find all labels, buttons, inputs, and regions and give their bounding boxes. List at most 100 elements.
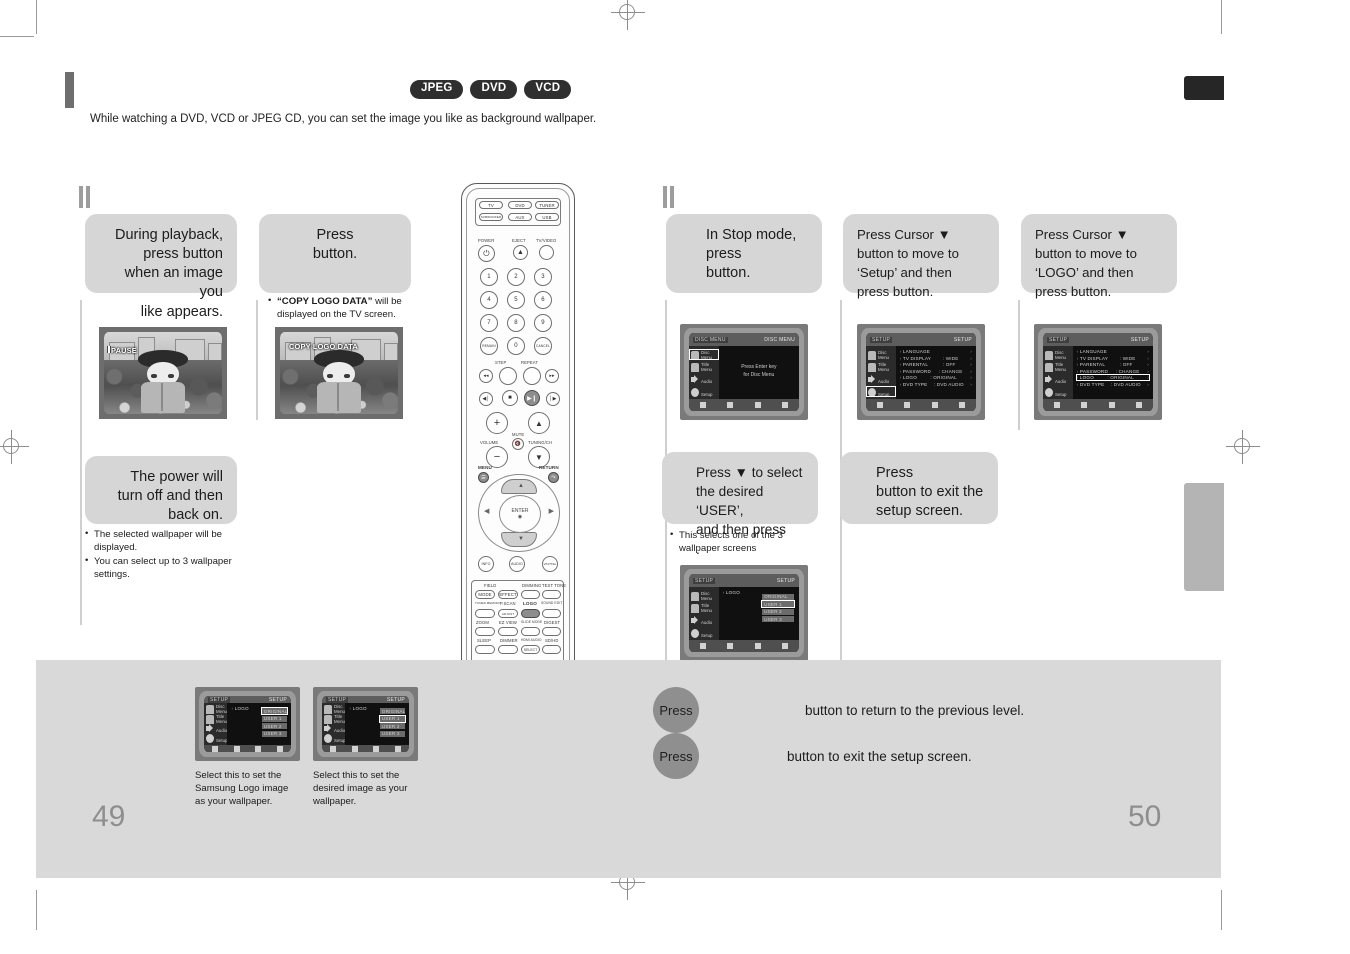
bl2-option-user2[interactable]: USER 2 — [379, 723, 406, 730]
remote-button-play-pause[interactable]: ▶❙ — [524, 390, 540, 406]
remote-button-power[interactable]: ⏻ — [478, 245, 495, 262]
remote-button-menu[interactable]: ☰ — [478, 472, 489, 483]
remote-button-logo[interactable] — [521, 609, 540, 618]
remote-button-tv[interactable]: TV — [479, 201, 503, 209]
logo-option-user1[interactable]: USER 1 — [761, 600, 796, 609]
remote-button-cursor-up[interactable]: ▲ — [501, 479, 537, 494]
logo-option-original[interactable]: ORIGINAL — [762, 593, 795, 600]
remote-button-dvd[interactable]: DVD — [508, 201, 532, 209]
sidebar-item-audio[interactable]: Audio — [322, 724, 345, 733]
setup-row-language[interactable]: LANGUAGE› — [1077, 349, 1149, 354]
remote-button-remain[interactable]: REMAIN — [480, 337, 498, 355]
remote-button-sleep[interactable] — [475, 645, 495, 654]
bl2-option-original[interactable]: ORIGINAL — [379, 708, 406, 715]
bl2-options-list[interactable]: ORIGINAL USER 1 USER 2 USER 3 — [378, 708, 407, 738]
sidebar-item-audio[interactable]: Audio — [689, 615, 719, 625]
remote-button-zoom[interactable] — [475, 627, 495, 636]
remote-button-dimming[interactable] — [521, 590, 540, 599]
setup-row-parental[interactable]: PARENTAL: OFF› — [1077, 362, 1149, 367]
sidebar-item-title-menu[interactable]: Title Menu — [689, 602, 719, 614]
remote-button-slide-mode[interactable] — [521, 627, 540, 636]
remote-button-6[interactable]: 6 — [534, 291, 552, 309]
setup-row-language[interactable]: LANGUAGE› — [900, 349, 972, 354]
setup-row-dvd-type[interactable]: DVD TYPE: DVD AUDIO› — [900, 382, 972, 387]
remote-button-next-track[interactable]: │▶ — [546, 392, 560, 406]
remote-button-info[interactable]: INFO — [478, 556, 494, 572]
remote-button-audio[interactable]: AUDIO — [509, 556, 525, 572]
remote-button-ez-view[interactable] — [498, 627, 518, 636]
sidebar-item-title-menu[interactable]: Title Menu — [689, 361, 719, 373]
sidebar-item-title-menu[interactable]: Title Menu — [1043, 361, 1073, 373]
sidebar-item-audio[interactable]: Audio — [204, 724, 227, 733]
sidebar-item-setup[interactable]: Setup — [1043, 386, 1073, 397]
sidebar-item-disc-menu[interactable]: Disc Menu — [689, 348, 719, 360]
logo-options-list[interactable]: ORIGINAL USER 1 USER 2 USER 3 — [761, 593, 796, 624]
remote-button-digest[interactable] — [542, 627, 561, 636]
remote-button-aux[interactable]: AUX — [508, 213, 532, 221]
sidebar-item-title-menu[interactable]: Title Menu — [204, 714, 227, 724]
remote-button-5[interactable]: 5 — [507, 291, 525, 309]
remote-button-vfp-tel[interactable]: VFP/TEL — [542, 556, 558, 572]
remote-button-eject[interactable]: ▲ — [513, 245, 528, 260]
remote-button-0[interactable]: 0 — [507, 337, 525, 355]
remote-button-9[interactable]: 9 — [534, 314, 552, 332]
remote-button-cursor-right[interactable]: ▶ — [549, 507, 554, 515]
setup-row-password[interactable]: PASSWORD: CHANGE› — [1077, 369, 1149, 374]
remote-button-enter[interactable]: ENTER ◉ — [499, 495, 541, 533]
remote-button-dimmer[interactable] — [498, 645, 518, 654]
bl2-option-user1[interactable]: USER 1 — [378, 714, 407, 723]
setup-row-tv-display[interactable]: TV DISPLAY: WIDE› — [900, 356, 972, 361]
sidebar-item-disc-menu[interactable]: Disc Menu — [689, 590, 719, 601]
setup-row-password[interactable]: PASSWORD: CHANGE› — [900, 369, 972, 374]
sidebar-item-setup[interactable]: Setup — [689, 627, 719, 638]
remote-button-sd-hd[interactable] — [542, 645, 561, 654]
remote-button-tuner-memory[interactable] — [475, 609, 495, 618]
remote-button-mode[interactable]: MODE — [475, 590, 495, 599]
remote-button-mute[interactable]: 🔇 — [512, 438, 524, 450]
remote-button-effect[interactable]: EFFECT — [498, 590, 518, 599]
remote-button-sound-edit[interactable] — [542, 609, 561, 618]
remote-button-rewind[interactable]: ◂◂ — [479, 369, 493, 383]
bl-option-user1[interactable]: USER 1 — [261, 715, 288, 722]
remote-button-7[interactable]: 7 — [480, 314, 498, 332]
remote-button-forward[interactable]: ▸▸ — [545, 369, 559, 383]
sidebar-item-setup[interactable]: Setup — [689, 386, 719, 397]
sidebar-item-setup[interactable]: Setup — [204, 733, 227, 743]
sidebar-item-setup[interactable]: Setup — [866, 385, 896, 397]
logo-option-user2[interactable]: USER 2 — [762, 608, 795, 615]
setup-row-dvd-type[interactable]: DVD TYPE: DVD AUDIO› — [1077, 382, 1149, 387]
remote-button-return[interactable]: ↷ — [548, 472, 559, 483]
bl-option-original[interactable]: ORIGINAL — [260, 707, 289, 716]
remote-button-cancel[interactable]: CANCEL — [534, 337, 552, 355]
remote-button-select[interactable]: SELECT — [521, 645, 540, 654]
remote-button-8[interactable]: 8 — [507, 314, 525, 332]
sidebar-item-disc-menu[interactable]: Disc Menu — [866, 349, 896, 360]
remote-button-2[interactable]: 2 — [507, 268, 525, 286]
remote-button-cursor-left[interactable]: ◀ — [484, 507, 489, 515]
remote-button-test-tone[interactable] — [542, 590, 561, 599]
remote-button-4[interactable]: 4 — [480, 291, 498, 309]
sidebar-item-audio[interactable]: Audio — [1043, 374, 1073, 384]
remote-button-pscan[interactable]: ADJUST — [498, 609, 518, 618]
bl-options-list[interactable]: ORIGINAL USER 1 USER 2 USER 3 — [260, 707, 289, 738]
sidebar-item-setup[interactable]: Setup — [322, 733, 345, 743]
remote-button-tuner[interactable]: TUNER — [535, 201, 559, 209]
remote-button-prev-track[interactable]: ◀│ — [479, 392, 493, 406]
bl-option-user3[interactable]: USER 3 — [261, 730, 288, 737]
sidebar-item-title-menu[interactable]: Title Menu — [866, 361, 896, 373]
remote-button-subwoofer[interactable]: SUBWOOFER — [479, 213, 503, 221]
remote-button-tvvideo[interactable] — [539, 245, 554, 260]
remote-button-repeat[interactable] — [523, 367, 541, 385]
setup-row-logo[interactable]: LOGO: ORIGINAL› — [900, 375, 972, 380]
logo-option-user3[interactable]: USER 3 — [762, 616, 795, 623]
setup-row-logo-selected[interactable]: LOGO: ORIGINAL› — [1075, 374, 1151, 382]
setup-row-tv-display[interactable]: TV DISPLAY: WIDE› — [1077, 356, 1149, 361]
remote-button-tuning-up[interactable]: ▲ — [528, 412, 550, 434]
remote-button-volume-up[interactable]: + — [486, 412, 508, 434]
bl-option-user2[interactable]: USER 2 — [261, 723, 288, 730]
remote-button-cursor-down[interactable]: ▼ — [501, 532, 537, 547]
bl2-option-user3[interactable]: USER 3 — [379, 730, 406, 737]
remote-button-1[interactable]: 1 — [480, 268, 498, 286]
remote-button-stop[interactable]: ■ — [502, 390, 518, 406]
remote-button-3[interactable]: 3 — [534, 268, 552, 286]
